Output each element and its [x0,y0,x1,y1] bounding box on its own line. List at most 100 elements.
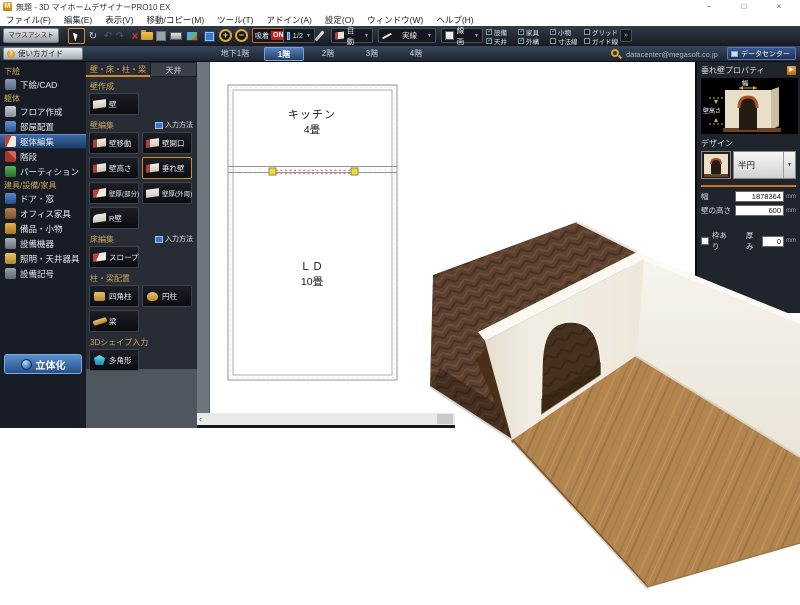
tab-floor-1[interactable]: 1階 [264,47,304,61]
menu-addin[interactable]: アドイン(A) [267,14,312,26]
sidebar-item-partition[interactable]: パーティション [0,164,86,179]
sidebar-item-equipment-symbols[interactable]: 設備記号 [0,266,86,281]
tool-wall-thickness-partial[interactable]: 壁厚(部分) [89,182,139,204]
tool-wall-thickness-outer[interactable]: 壁厚(外周) [142,182,192,204]
tab-floor-b1[interactable]: 地下1階 [210,47,260,61]
tool-r-wall[interactable]: R壁 [89,207,139,229]
menu-move-copy[interactable]: 移動/コピー(M) [147,14,205,26]
check-exterior[interactable]: ✓外構 [518,36,550,46]
pen-tool-icon[interactable] [314,30,324,41]
sidebar-section-fixtures: 建具/設備/家具 [0,179,86,191]
design-dropdown[interactable]: 半円 ▼ [733,151,796,179]
datacenter-button[interactable]: データセンター [727,47,796,60]
input-method-link-floor[interactable]: 入力方法 [155,234,193,244]
wall-thickness-icon [92,187,107,199]
sidebar-item-office-furniture[interactable]: オフィス家具 [0,206,86,221]
input-method-link-wall[interactable]: 入力方法 [155,120,193,130]
diagram-height-label: 壁高さ [703,107,721,115]
window-title: 無題 - 3D マイホームデザイナーPRO10 EX [16,2,170,13]
square-pillar-icon [92,290,107,302]
maximize-button[interactable]: □ [733,1,755,12]
image-export-icon[interactable] [186,31,198,41]
width-input[interactable]: 1878364 [735,191,784,202]
sidebar-item-sketch-cad[interactable]: 下絵/CAD [0,77,86,92]
select-tool-button[interactable] [68,28,85,44]
scroll-left-arrow[interactable]: ‹ [199,413,202,425]
more-options-button[interactable]: » [620,29,632,42]
mouse-assist-button[interactable]: マウスアシスト [3,28,59,43]
tool-polygon[interactable]: 多角形 [89,349,139,371]
tool-hanging-wall[interactable]: 垂れ壁 [142,157,192,179]
redo-icon[interactable]: ↷ [113,29,127,43]
account-email[interactable]: datacenter@megasoft.co.jp [626,50,718,59]
tab-wall-floor-pillar-beam[interactable]: 壁・床・柱・梁 [86,62,150,77]
sidebar-item-lighting[interactable]: 照明・天井器具 [0,251,86,266]
copy-icon[interactable] [156,31,166,41]
menu-tools[interactable]: ツール(T) [217,14,253,26]
chevron-down-icon: ▼ [427,33,432,39]
sidebar-item-doors-windows[interactable]: ドア・窓 [0,191,86,206]
tab-floor-2[interactable]: 2階 [308,47,348,61]
menu-edit[interactable]: 編集(E) [64,14,92,26]
question-icon: ? [7,50,15,58]
render-mode-value: 線画 [457,25,471,47]
input-method-icon [155,122,163,129]
check-guide-lines[interactable]: ガイド線 [584,36,618,46]
beam-icon [92,315,107,327]
line-style-dropdown[interactable]: 実線 ▼ [378,28,436,43]
check-dimension-lines[interactable]: 寸法線 [550,36,584,46]
rotate-view-icon[interactable]: ↻ [86,29,100,43]
drawing-page-icon [445,31,454,40]
menu-bar: ファイル(F) 編集(E) 表示(V) 移動/コピー(M) ツール(T) アドイ… [0,13,800,26]
3d-preview-view[interactable] [410,210,800,600]
sidebar-item-accessories[interactable]: 備品・小物 [0,221,86,236]
tab-floor-4[interactable]: 4階 [396,47,436,61]
menu-view[interactable]: 表示(V) [105,14,133,26]
zoom-in-icon[interactable]: + [219,29,232,42]
scale-dropdown[interactable]: 1/2 ▼ [283,28,315,43]
hanging-wall-icon [145,162,160,174]
tool-round-pillar[interactable]: 円柱 [142,285,192,307]
tool-square-pillar[interactable]: 四角柱 [89,285,139,307]
checkbox-icon: ✓ [518,38,524,44]
panel-popout-icon[interactable]: ▶ [787,66,796,75]
tool-panel: 壁・床・柱・梁 天井 壁作成 壁 壁編集 入力方法 壁移動 壁開口 壁高さ 垂れ… [86,62,197,428]
design-label: デザイン [701,138,796,149]
wall-auto-dropdown[interactable]: 自動 ▼ [331,28,373,43]
sidebar-item-structure-edit[interactable]: 躯体編集 [0,134,86,149]
tool-beam[interactable]: 梁 [89,310,139,332]
minimize-button[interactable]: − [698,1,720,12]
main-toolbar: マウスアシスト ↻ ↶ ↷ × + − 吸着 ON 1/2 ▼ 自動 ▼ 実線 … [0,26,800,46]
tab-ceiling[interactable]: 天井 [150,62,197,77]
tool-wall[interactable]: 壁 [89,93,139,115]
sidebar-item-room-layout[interactable]: 部屋配置 [0,119,86,134]
sidebar-item-equipment[interactable]: 設備機器 [0,236,86,251]
tool-wall-move[interactable]: 壁移動 [89,132,139,154]
tab-floor-3[interactable]: 3階 [352,47,392,61]
sidebar-item-floor-create[interactable]: フロア作成 [0,104,86,119]
zoom-out-icon[interactable]: − [235,29,248,42]
line-style-value: 実線 [402,30,417,41]
selection-handle-left [269,168,276,175]
design-thumbnail[interactable] [701,151,731,179]
delete-icon[interactable]: × [128,29,142,43]
checkbox-icon [584,38,590,44]
menu-file[interactable]: ファイル(F) [6,14,51,26]
make-3d-button[interactable]: 立体化 [4,354,82,374]
open-folder-icon[interactable] [141,32,153,40]
usage-guide-button[interactable]: ? 使い方ガイド [3,47,83,60]
tool-slope[interactable]: スロープ [89,246,139,268]
tool-wall-opening[interactable]: 壁開口 [142,132,192,154]
tool-wall-height[interactable]: 壁高さ [89,157,139,179]
sidebar-item-stairs[interactable]: 階段 [0,149,86,164]
print-icon[interactable] [170,32,182,40]
close-button[interactable]: × [768,1,790,12]
hanging-wall-selection[interactable] [269,168,358,175]
menu-window[interactable]: ウィンドウ(W) [367,14,423,26]
partition-flag-icon [5,166,16,177]
fit-view-icon[interactable] [204,31,215,42]
check-ceiling[interactable]: ✓天井 [486,36,518,46]
search-icon[interactable] [611,49,619,57]
chevron-down-icon: ▼ [364,33,369,39]
render-mode-dropdown[interactable]: 線画 ▼ [441,28,483,43]
